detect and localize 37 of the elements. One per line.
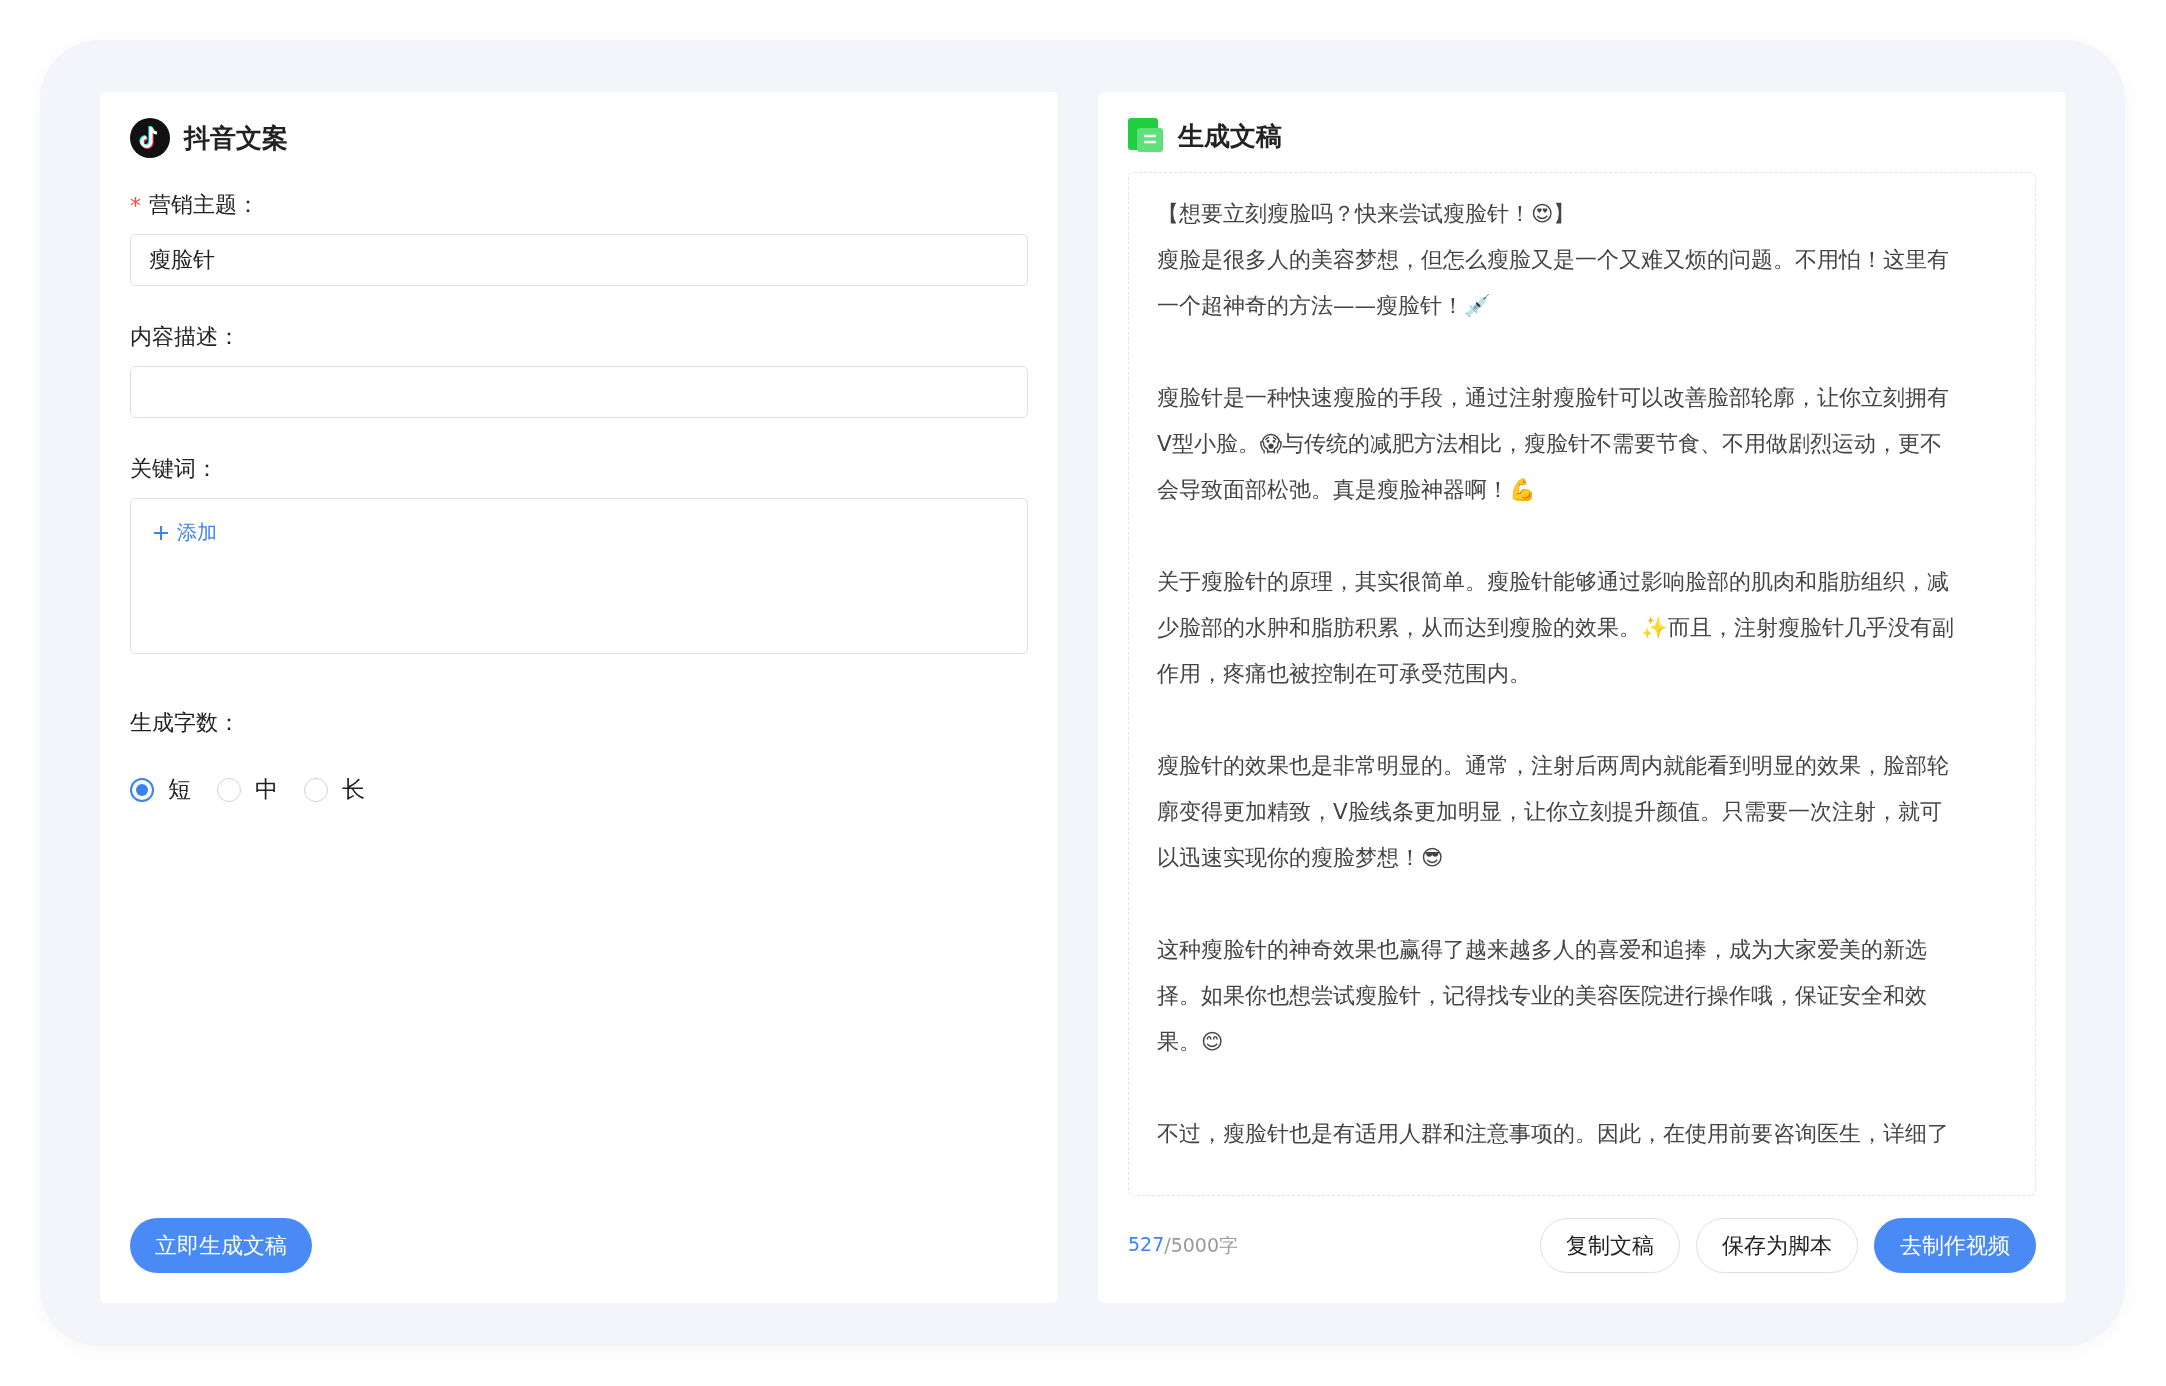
document-icon: [1128, 118, 1164, 154]
plus-icon: [153, 524, 169, 541]
text-line: 这种瘦脸针的神奇效果也赢得了越来越多人的喜爱和追捧，成为大家爱美的新选: [1157, 936, 1928, 964]
text-line: 一个超神奇的方法——瘦脸针！💉: [1157, 292, 1492, 320]
word-count: 527: [1128, 1232, 1165, 1257]
text-line: 瘦脸是很多人的美容梦想，但怎么瘦脸又是一个又难又烦的问题。不用怕！这里有: [1157, 246, 1950, 274]
panel-title: 生成文稿: [1178, 119, 1282, 153]
field-label: 关键词：: [130, 455, 218, 483]
keywords-field[interactable]: 添加: [130, 498, 1028, 654]
required-mark: *: [130, 192, 141, 218]
text-line: 关于瘦脸针的原理，其实很简单。瘦脸针能够通过影响脸部的肌肉和脂肪组织，减: [1157, 568, 1950, 596]
text-line: 瘦脸针的效果也是非常明显的。通常，注射后两周内就能看到明显的效果，脸部轮: [1157, 752, 1950, 780]
text-line: 果。😊: [1157, 1028, 1225, 1056]
text-line: 瘦脸针是一种快速瘦脸的手段，通过注射瘦脸针可以改善脸部轮廓，让你立刻拥有: [1157, 384, 1950, 412]
action-button[interactable]: 保存为脚本: [1696, 1218, 1858, 1273]
text-line: 会导致面部松弛。真是瘦脸神器啊！💪: [1157, 476, 1537, 504]
text-line: 不过，瘦脸针也是有适用人群和注意事项的。因此，在使用前要咨询医生，详细了: [1157, 1120, 1950, 1148]
text-line: 【想要立刻瘦脸吗？快来尝试瘦脸针！😍】: [1157, 200, 1577, 228]
text-line: 作用，疼痛也被控制在可承受范围内。: [1157, 660, 1532, 688]
text-line: 以迅速实现你的瘦脸梦想！😎: [1157, 844, 1445, 872]
action-button[interactable]: 复制文稿: [1540, 1218, 1680, 1273]
text-line: 廓变得更加精致，V脸线条更加明显，让你立刻提升颜值。只需要一次注射，就可: [1157, 798, 1943, 826]
radio-option[interactable]: 短: [130, 774, 191, 805]
text-line: 少脸部的水肿和脂肪积累，从而达到瘦脸的效果。✨而且，注射瘦脸针几乎没有副: [1157, 614, 1955, 642]
field-label: 生成字数：: [130, 709, 240, 737]
text-line: 择。如果你也想尝试瘦脸针，记得找专业的美容医院进行操作哦，保证安全和效: [1157, 982, 1928, 1010]
input-field[interactable]: [130, 366, 1028, 418]
text-line: V型小脸。😱与传统的减肥方法相比，瘦脸针不需要节食、不用做剧烈运动，更不: [1157, 430, 1944, 458]
panel-title: 抖音文案: [184, 121, 288, 155]
add-keyword-link[interactable]: 添加: [153, 519, 217, 546]
input-field[interactable]: 瘦脸针: [130, 234, 1028, 286]
word-limit: /5000字: [1164, 1232, 1239, 1258]
radio-option[interactable]: 中: [217, 774, 278, 805]
field-label: 营销主题：: [149, 191, 259, 219]
radio-option[interactable]: 长: [304, 774, 365, 805]
field-label: 内容描述：: [130, 323, 240, 351]
music-note-logo-icon: [130, 118, 170, 158]
